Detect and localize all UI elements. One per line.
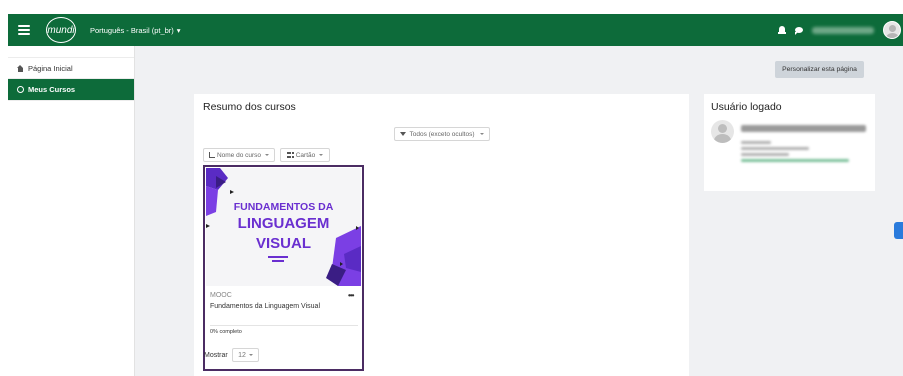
progress-text: 0% completo [210,329,242,335]
sort-dropdown[interactable]: Nome do curso [203,148,275,162]
chat-icon[interactable] [795,27,803,35]
drawer-item-my-courses[interactable]: Meus Cursos [8,79,134,101]
view-label: Cartão [295,151,316,159]
page-size-dropdown[interactable]: 12 [232,348,259,362]
block-title: Resumo dos cursos [203,101,296,113]
customize-page-button[interactable]: Personalizar esta página [775,61,864,78]
drawer-item-label: Página Inicial [28,63,73,73]
course-image-line: FUNDAMENTOS DA [233,201,334,213]
user-fullname-redacted[interactable] [741,125,866,132]
dashboard-icon [17,86,24,93]
show-label: Mostrar [204,352,228,359]
filter-dropdown[interactable]: Todos (exceto ocultos) [394,127,490,141]
filter-label: Todos (exceto ocultos) [409,130,475,138]
site-logo[interactable]: mundi [46,17,76,43]
course-image[interactable]: FUNDAMENTOS DA LINGUAGEM VISUAL [206,168,361,286]
user-info-redacted [741,141,771,144]
user-avatar[interactable] [711,120,734,143]
user-name-redacted[interactable] [812,26,874,34]
more-options-icon[interactable]: ••• [348,291,354,300]
language-label: Português - Brasil (pt_br) [90,25,174,35]
nav-drawer: Página Inicial Meus Cursos [8,46,135,376]
view-dropdown[interactable]: Cartão [280,148,330,162]
decorative-dash [272,260,284,262]
sort-label: Nome do curso [216,151,262,159]
progress-bar [210,325,358,326]
user-avatar[interactable] [883,21,901,39]
language-selector[interactable]: Português - Brasil (pt_br) ▾ [90,26,181,35]
logged-user-block: Usuário logado [704,94,875,191]
logo-text: mundi [47,24,75,36]
course-image-line: VISUAL [255,235,311,252]
drawer-item-label: Meus Cursos [28,85,76,94]
menu-icon[interactable] [18,25,30,35]
chevron-down-icon [248,354,253,356]
user-info-redacted [741,153,789,156]
course-overview-block: Resumo dos cursos Todos (exceto ocultos)… [194,94,689,376]
chevron-down-icon [265,154,270,156]
top-navbar: mundi Português - Brasil (pt_br) ▾ [8,14,903,46]
course-name-link[interactable]: Fundamentos da Linguagem Visual [210,303,320,310]
chevron-down-icon: ▾ [176,25,181,35]
course-image-line: LINGUAGEM [237,215,330,232]
drawer-item-home[interactable]: Página Inicial [8,57,134,79]
user-info-redacted [741,147,809,150]
chevron-down-icon [479,133,484,135]
navbar-user-area [778,21,901,39]
decorative-dash [268,256,288,258]
chevron-down-icon [319,154,324,156]
block-title: Usuário logado [711,101,782,113]
app-frame: mundi Português - Brasil (pt_br) ▾ Págin… [8,14,903,376]
home-icon [17,64,24,72]
page-size-value: 12 [238,351,246,359]
sort-icon [208,152,215,158]
course-category: MOOC [210,292,232,299]
bell-icon[interactable] [778,26,786,34]
filter-icon [400,132,407,136]
user-email-redacted[interactable] [741,159,849,162]
grid-icon [286,152,294,158]
course-card[interactable]: FUNDAMENTOS DA LINGUAGEM VISUAL MOOC •••… [203,165,364,371]
accessibility-tab[interactable] [894,222,903,239]
